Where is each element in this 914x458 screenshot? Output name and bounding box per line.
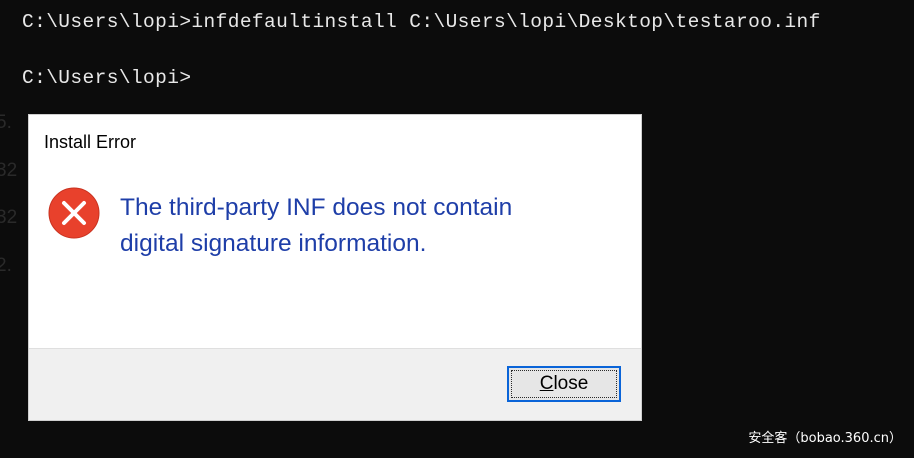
console-command-line: C:\Users\lopi>infdefaultinstall C:\Users… [22, 11, 821, 33]
background-artifact: 32 [0, 207, 18, 228]
dialog-footer: Close [29, 348, 641, 420]
close-button[interactable]: Close [507, 366, 621, 402]
console-prompt-line[interactable]: C:\Users\lopi> [22, 67, 191, 89]
watermark: 安全客（bobao.360.cn） [748, 431, 902, 446]
error-message-line: The third-party INF does not contain [120, 194, 513, 221]
install-error-dialog: Install Error The third-party INF does n… [28, 114, 642, 421]
background-artifact: 2. [0, 255, 12, 276]
close-button-label: Close [540, 373, 589, 395]
close-button-accelerator: C [539, 373, 554, 394]
background-artifact: 32 [0, 160, 18, 181]
close-button-label-rest: lose [553, 373, 589, 394]
dialog-title: Install Error [44, 132, 137, 152]
background-artifact: 5. [0, 112, 12, 133]
error-icon [48, 187, 100, 239]
error-message-line: digital signature information. [120, 230, 427, 257]
error-message: The third-party INF does not contain dig… [120, 190, 620, 262]
